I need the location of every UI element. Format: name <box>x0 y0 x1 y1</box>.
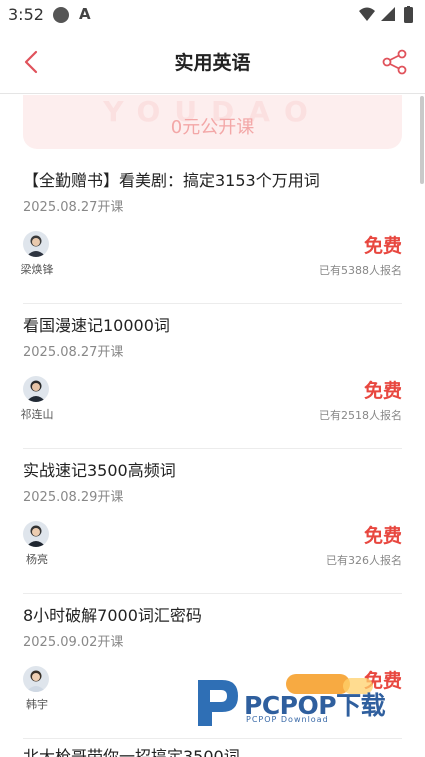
share-icon <box>382 49 407 75</box>
enrolled-count: 已有2518人报名 <box>319 409 402 422</box>
watermark-subtitle: PCPOP Download <box>246 715 329 724</box>
avatar <box>23 666 49 692</box>
course-title: 【全勤赠书】看美剧：搞定3153个万用词 <box>23 171 320 190</box>
avatar <box>23 231 49 257</box>
notification-dot-icon <box>53 7 69 23</box>
course-price: 免费 <box>363 525 402 547</box>
avatar <box>23 376 49 402</box>
wifi-signal-battery-icon <box>359 6 413 23</box>
status-time: 3:52 <box>8 5 44 24</box>
teacher-name: 杨亮 <box>26 553 48 566</box>
avatar <box>23 521 49 547</box>
course-price: 免费 <box>363 235 402 257</box>
course-item[interactable]: 看国漫速记10000词 2025.08.27开课 祁连山 免费 已有2518人报… <box>21 304 402 449</box>
free-course-banner[interactable]: YOUDAO 0元公开课 <box>23 95 402 149</box>
page-title: 实用英语 <box>174 52 251 74</box>
course-date: 2025.08.29开课 <box>23 490 124 505</box>
course-date: 2025.08.27开课 <box>23 200 124 215</box>
status-bar: 3:52 A <box>0 0 425 30</box>
enrolled-count: 已有5388人报名 <box>319 264 402 277</box>
course-date: 2025.08.27开课 <box>23 345 124 360</box>
course-title: 实战速记3500高频词 <box>23 461 176 480</box>
course-item[interactable]: 实战速记3500高频词 2025.08.29开课 杨亮 免费 已有326人报名 <box>23 449 402 594</box>
teacher-name: 韩宇 <box>26 698 48 711</box>
course-title-partial[interactable]: 北大枪哥带你一招搞定3500词 <box>23 743 240 757</box>
banner-title: 0元公开课 <box>170 117 255 138</box>
status-icons <box>357 6 417 24</box>
app-header: 实用英语 <box>0 30 425 94</box>
course-item[interactable]: 【全勤赠书】看美剧：搞定3153个万用词 2025.08.27开课 梁焕锋 免费… <box>21 159 402 304</box>
scrollbar[interactable] <box>420 96 424 184</box>
course-title: 看国漫速记10000词 <box>23 316 170 335</box>
course-price: 免费 <box>363 380 402 402</box>
teacher-name: 祁连山 <box>20 408 54 421</box>
teacher-name: 梁焕锋 <box>20 263 54 276</box>
course-date: 2025.09.02开课 <box>23 635 124 650</box>
notification-a-icon: A <box>79 5 91 23</box>
course-title: 8小时破解7000词汇密码 <box>23 606 202 625</box>
share-button[interactable] <box>381 48 409 76</box>
watermark-logo-icon <box>192 676 242 730</box>
enrolled-count: 已有326人报名 <box>326 554 402 567</box>
